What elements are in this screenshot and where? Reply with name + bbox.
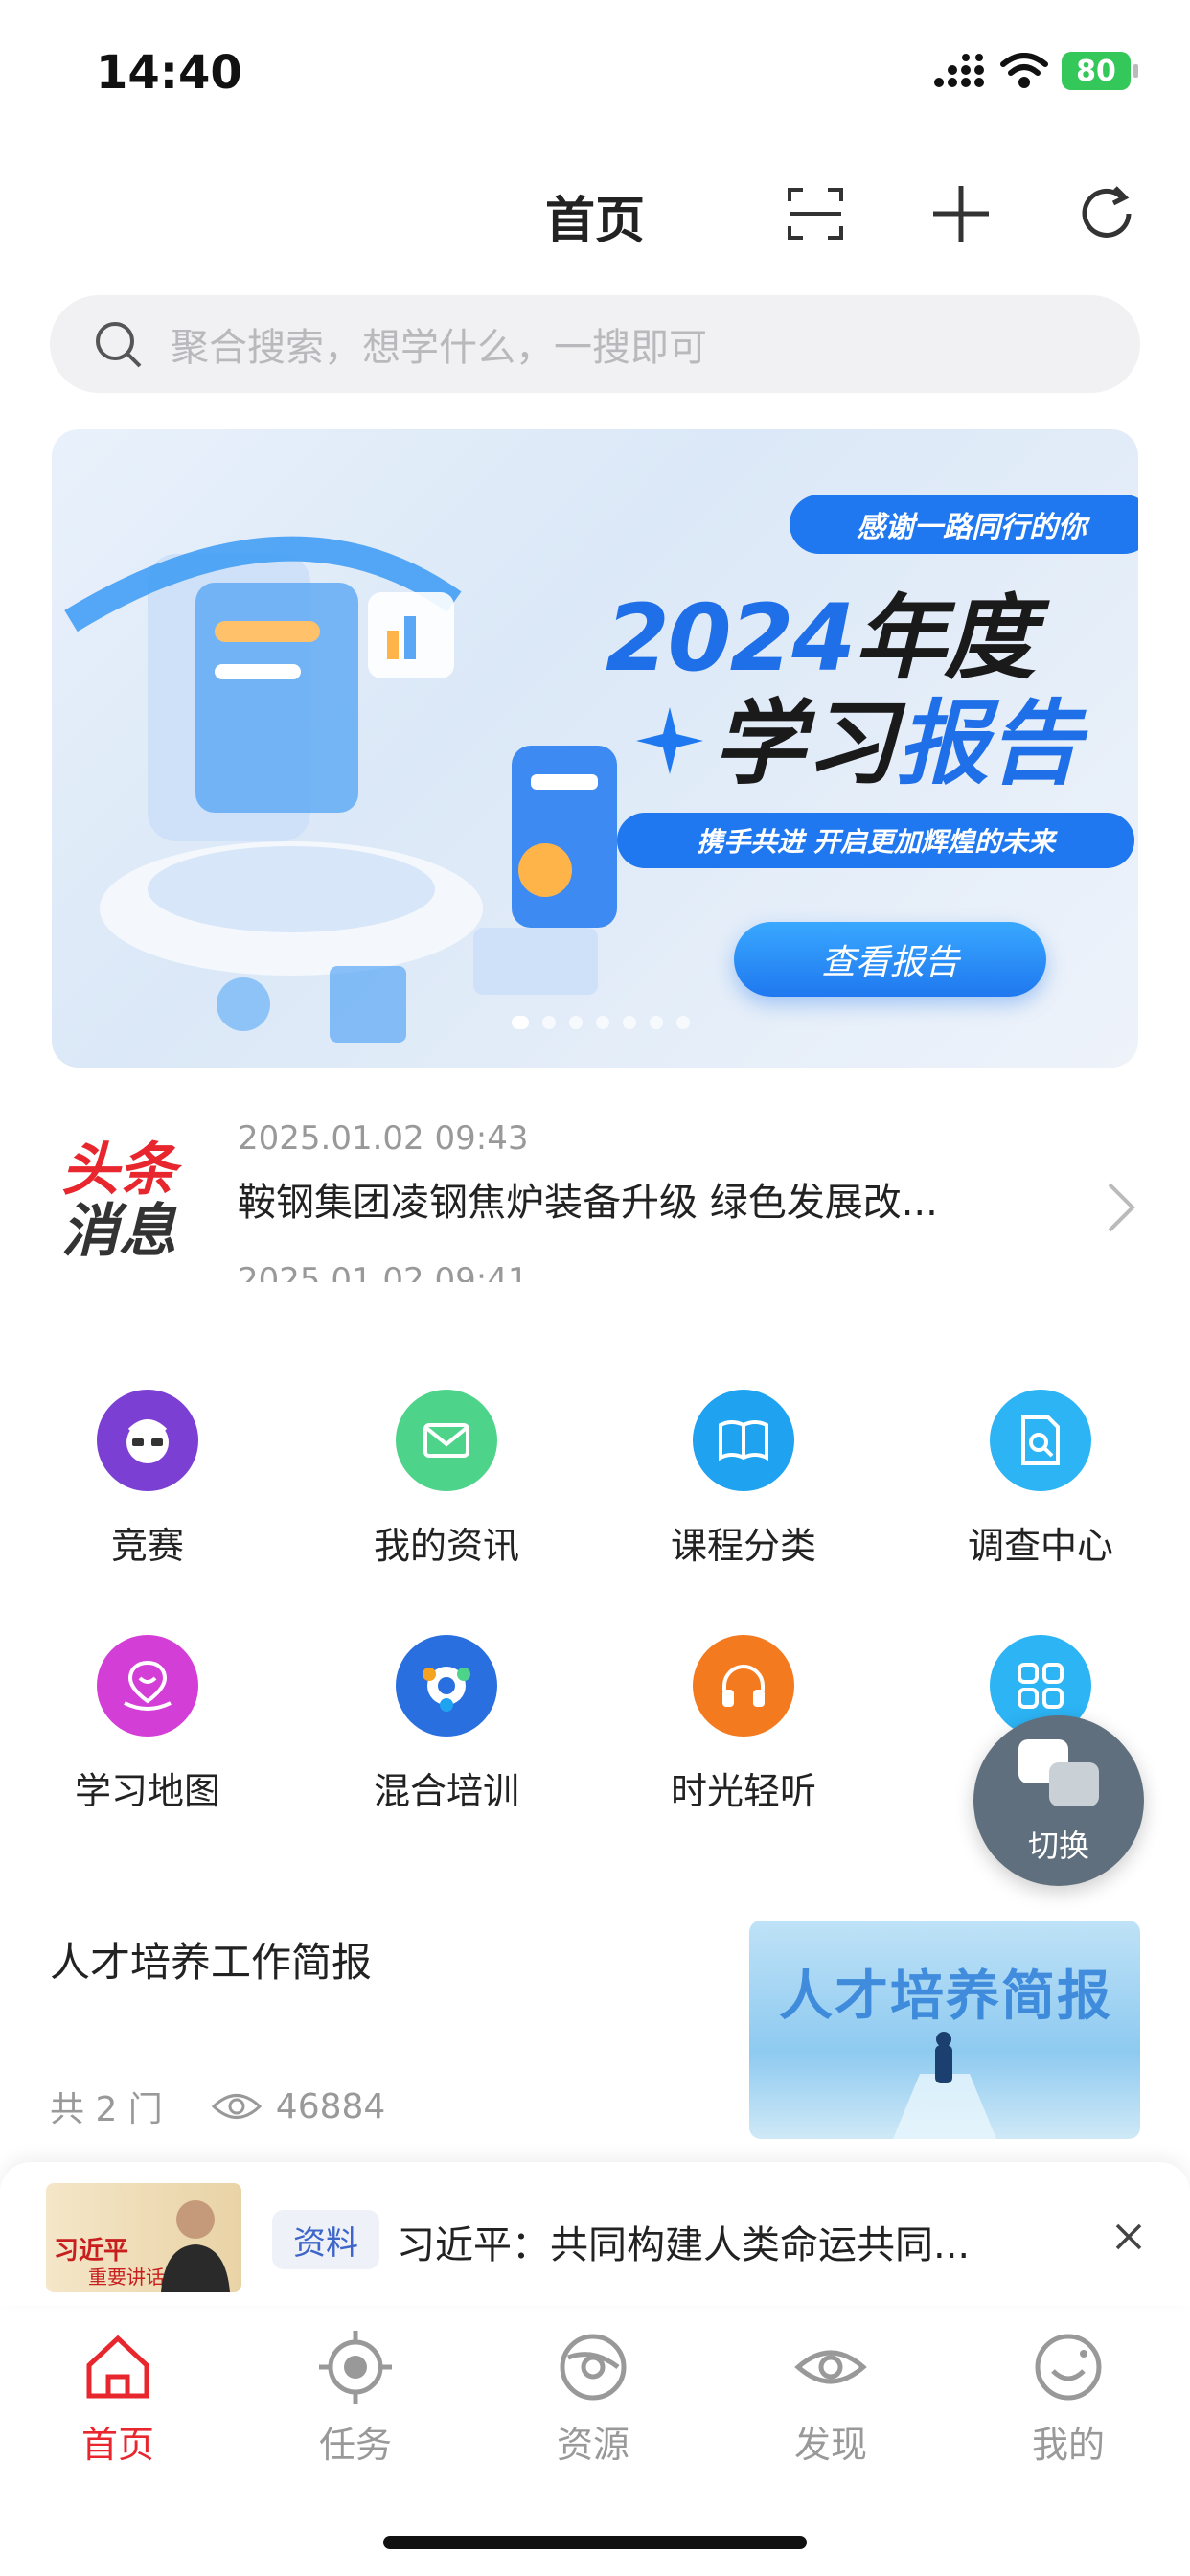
grid-item-blended-training[interactable]: 混合培训 bbox=[332, 1635, 561, 1814]
target-icon bbox=[319, 2331, 392, 2404]
carousel-dot[interactable] bbox=[542, 1016, 556, 1029]
map-pin-icon bbox=[97, 1635, 198, 1736]
grid-item-my-news[interactable]: 我的资讯 bbox=[332, 1390, 561, 1569]
grid-label: 时光轻听 bbox=[670, 1770, 816, 1812]
profile-icon bbox=[1035, 2334, 1102, 2401]
grid-item-learning-map[interactable]: 学习地图 bbox=[33, 1635, 263, 1814]
eye-icon bbox=[211, 2094, 262, 2119]
headline-logo: 头条 消息 bbox=[61, 1140, 186, 1265]
tab-label: 资源 bbox=[556, 2424, 629, 2466]
close-icon[interactable] bbox=[1113, 2221, 1144, 2252]
notice-thumb-photo bbox=[161, 2200, 230, 2292]
report-count: 共 2 门 bbox=[50, 2090, 163, 2129]
book-icon bbox=[693, 1390, 794, 1491]
scan-icon[interactable] bbox=[782, 180, 849, 247]
sparkle-icon bbox=[636, 707, 703, 774]
tab-label: 我的 bbox=[1031, 2424, 1105, 2466]
carousel-dot[interactable] bbox=[512, 1016, 529, 1029]
grid-label: 混合培训 bbox=[373, 1770, 519, 1812]
switch-fab[interactable]: 切换 bbox=[973, 1715, 1144, 1886]
resource-icon bbox=[560, 2334, 627, 2401]
view-report-button[interactable]: 查看报告 bbox=[734, 922, 1046, 997]
page-title: 首页 bbox=[544, 193, 645, 250]
search-input[interactable]: 聚合搜索，想学什么，一搜即可 bbox=[171, 316, 707, 372]
carousel-dot[interactable] bbox=[623, 1016, 636, 1029]
tab-label: 发现 bbox=[793, 2424, 867, 2466]
headline-prev-date: 2025.01.02 09:43 bbox=[238, 1119, 529, 1154]
report-meta: 共 2 门 46884 bbox=[50, 2082, 385, 2131]
headline-next-date: 2025.01.02 09:41 bbox=[238, 1261, 529, 1282]
notice-text[interactable]: 习近平：共同构建人类命运共同... bbox=[397, 2214, 970, 2269]
tab-resource[interactable]: 资源 bbox=[512, 2329, 675, 2468]
banner-sub-a: 学习 bbox=[713, 690, 897, 797]
grid-item-competition[interactable]: 竞赛 bbox=[33, 1390, 263, 1569]
report-views: 46884 bbox=[211, 2086, 386, 2127]
notice-bar[interactable]: 习近平 重要讲话 资料 习近平：共同构建人类命运共同... bbox=[0, 2162, 1190, 2306]
grid-label: 竞赛 bbox=[110, 1525, 184, 1567]
report-cover-title: 人才培养简报 bbox=[779, 1966, 1112, 2028]
add-icon[interactable] bbox=[927, 180, 995, 247]
search-bar[interactable]: 聚合搜索，想学什么，一搜即可 bbox=[50, 295, 1140, 393]
banner-illustration bbox=[64, 536, 617, 1043]
grid-label: 我的资讯 bbox=[373, 1525, 519, 1567]
headline-logo-top: 头条 bbox=[61, 1137, 176, 1204]
survey-icon bbox=[990, 1390, 1091, 1491]
carousel-dot[interactable] bbox=[569, 1016, 583, 1029]
home-icon bbox=[86, 2334, 149, 2399]
eye-icon bbox=[794, 2350, 867, 2384]
tab-label: 任务 bbox=[318, 2424, 392, 2466]
grid-item-course-category[interactable]: 课程分类 bbox=[629, 1390, 858, 1569]
banner-sub-b: 报告 bbox=[897, 690, 1081, 797]
status-time: 14:40 bbox=[96, 46, 242, 100]
home-indicator bbox=[383, 2536, 807, 2549]
training-icon bbox=[396, 1635, 497, 1736]
notice-tag: 资料 bbox=[272, 2210, 379, 2269]
mail-icon bbox=[396, 1390, 497, 1491]
battery-indicator: 80 bbox=[1062, 52, 1138, 90]
report-title[interactable]: 人才培养工作简报 bbox=[50, 1930, 372, 1989]
tab-home[interactable]: 首页 bbox=[36, 2329, 199, 2468]
grid-label: 调查中心 bbox=[967, 1525, 1113, 1567]
headphones-icon bbox=[693, 1635, 794, 1736]
search-icon bbox=[96, 322, 142, 368]
banner-tag: 感谢一路同行的你 bbox=[790, 494, 1138, 554]
chevron-right-icon[interactable] bbox=[1102, 1179, 1140, 1236]
grid-label: 学习地图 bbox=[74, 1770, 220, 1812]
tab-task[interactable]: 任务 bbox=[274, 2329, 437, 2468]
tab-label: 首页 bbox=[80, 2424, 154, 2466]
carousel-dot[interactable] bbox=[596, 1016, 609, 1029]
signal-icon bbox=[934, 54, 984, 87]
grid-item-time-listen[interactable]: 时光轻听 bbox=[629, 1635, 858, 1814]
grid-item-survey-center[interactable]: 调查中心 bbox=[926, 1390, 1156, 1569]
carousel-dot[interactable] bbox=[650, 1016, 663, 1029]
switch-icon bbox=[1018, 1739, 1099, 1806]
banner-carousel[interactable]: 感谢一路同行的你 2024年度 学习报告 携手共进 开启更加辉煌的未来 查看报告 bbox=[52, 429, 1138, 1068]
carousel-dots bbox=[512, 1016, 690, 1029]
competition-icon bbox=[97, 1390, 198, 1491]
headline-logo-bottom: 消息 bbox=[61, 1198, 176, 1265]
report-cover-illustration bbox=[893, 2032, 996, 2139]
status-icons: 80 bbox=[933, 52, 1138, 90]
refresh-icon[interactable] bbox=[1073, 180, 1140, 247]
tab-discover[interactable]: 发现 bbox=[749, 2329, 912, 2468]
headline-title[interactable]: 鞍钢集团凌钢焦炉装备升级 绿色发展改... bbox=[238, 1171, 938, 1227]
tab-mine[interactable]: 我的 bbox=[987, 2329, 1150, 2468]
notice-thumbnail: 习近平 重要讲话 bbox=[46, 2183, 241, 2292]
banner-subtitle: 学习报告 bbox=[713, 669, 1081, 802]
grid-label: 课程分类 bbox=[670, 1525, 816, 1567]
report-view-count: 46884 bbox=[275, 2086, 386, 2127]
report-cover-image[interactable]: 人才培养简报 bbox=[749, 1920, 1140, 2139]
carousel-dot[interactable] bbox=[676, 1016, 690, 1029]
wifi-icon bbox=[1000, 53, 1048, 88]
banner-slogan: 携手共进 开启更加辉煌的未来 bbox=[617, 813, 1134, 868]
switch-label: 切换 bbox=[1027, 1828, 1089, 1864]
